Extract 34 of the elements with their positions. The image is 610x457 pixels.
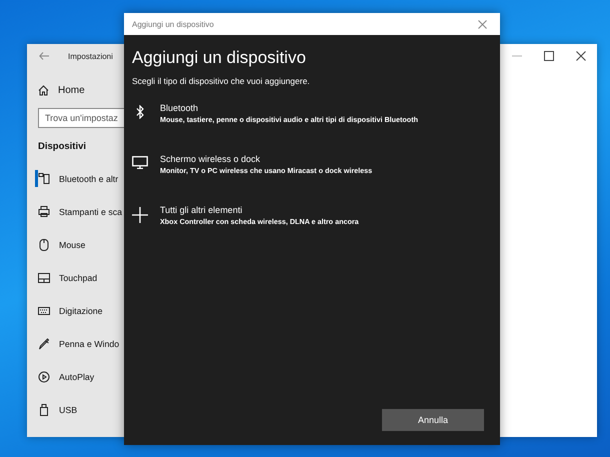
dialog-heading: Aggiungi un dispositivo <box>132 48 307 68</box>
pen-icon <box>38 338 50 350</box>
nav-item[interactable]: Bluetooth e altr <box>38 162 124 195</box>
option-title: Schermo wireless o dock <box>160 154 262 164</box>
monitor-icon <box>132 156 148 169</box>
dialog-subtitle: Scegli il tipo di dispositivo che vuoi aggiungere. <box>132 76 311 86</box>
minimize-icon[interactable] <box>512 55 522 57</box>
keyboard-icon <box>38 306 50 314</box>
home-link[interactable]: Home <box>38 82 124 98</box>
option-title: Tutti gli altri elementi <box>160 205 244 215</box>
device-icon <box>38 173 50 184</box>
bluetooth-icon <box>136 105 144 119</box>
usb-drive-icon <box>38 404 50 416</box>
cancel-button[interactable]: Annulla <box>382 409 484 431</box>
autoplay-icon <box>38 370 50 382</box>
plus-icon <box>132 207 148 223</box>
maximize-icon[interactable] <box>544 51 554 61</box>
dialog-title: Aggiungi un dispositivo <box>132 20 214 28</box>
nav-item[interactable]: AutoPlay <box>38 360 124 393</box>
close-icon[interactable] <box>576 51 586 61</box>
nav-item[interactable]: Mouse <box>38 228 124 261</box>
back-arrow-icon[interactable] <box>39 52 49 60</box>
window-title: Impostazioni <box>68 52 113 60</box>
option-title: Bluetooth <box>160 103 200 113</box>
nav-item[interactable]: Stampanti e sca <box>38 195 124 228</box>
nav-item[interactable]: USB <box>38 393 124 426</box>
nav-item[interactable]: Penna e Windo <box>38 327 124 360</box>
touchpad-icon <box>38 272 50 282</box>
nav-item[interactable]: Touchpad <box>38 261 124 294</box>
home-icon <box>38 84 49 96</box>
mouse-icon <box>38 238 50 250</box>
section-heading: Dispositivi <box>38 141 88 152</box>
nav-item[interactable]: Digitazione <box>38 294 124 327</box>
printer-icon <box>38 206 50 217</box>
